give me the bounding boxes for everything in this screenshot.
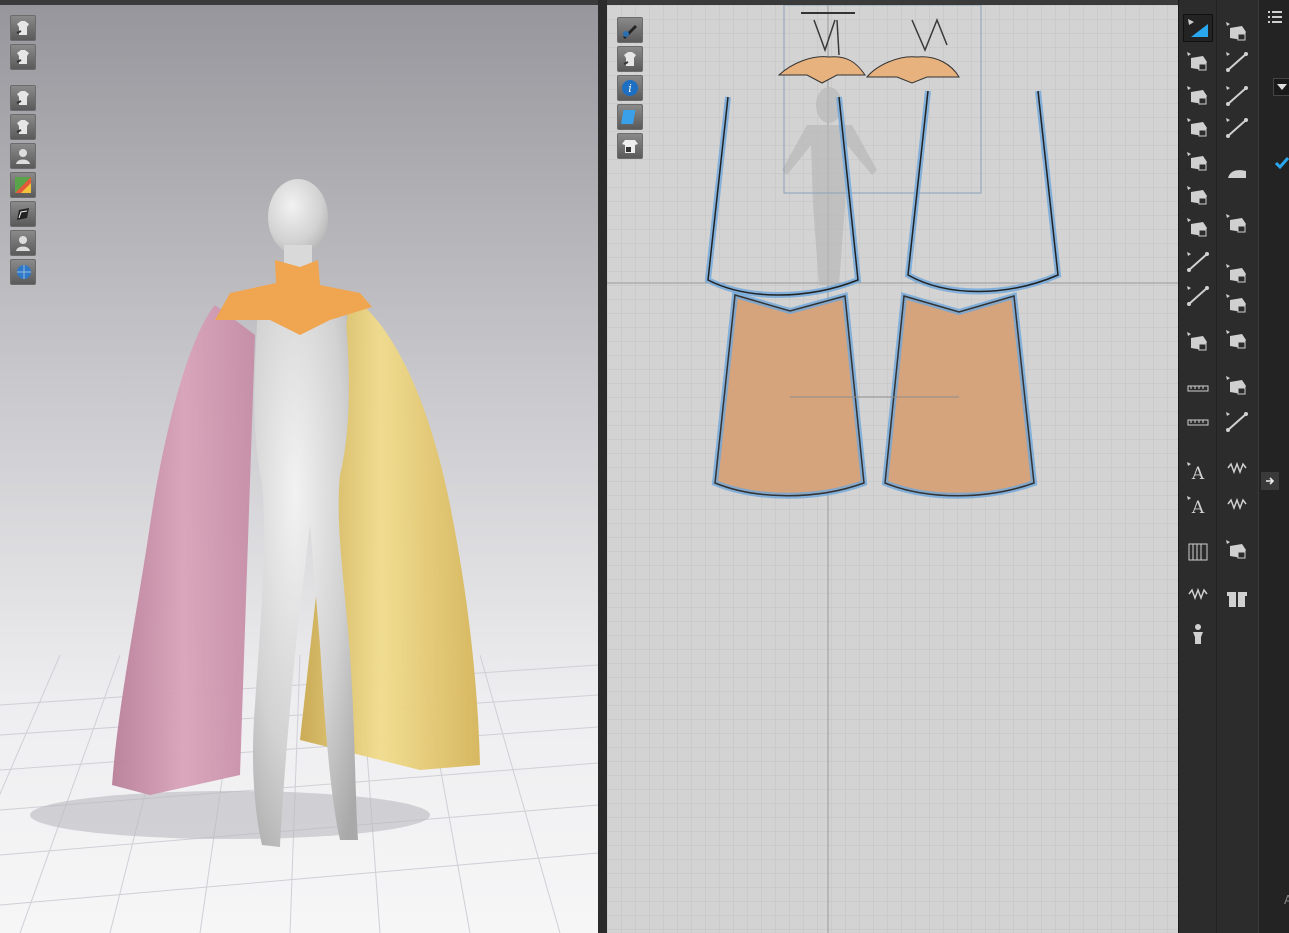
dart-icon[interactable] — [1183, 182, 1213, 210]
list-icon[interactable] — [1265, 8, 1285, 26]
add-pattern-icon[interactable] — [1222, 536, 1252, 564]
avatar-pose-icon[interactable] — [1183, 620, 1213, 648]
button-icon[interactable] — [1222, 290, 1252, 318]
text-annotation-icon[interactable]: A — [1183, 458, 1213, 486]
topstitch-icon[interactable] — [1222, 372, 1252, 400]
color-map-icon[interactable] — [10, 172, 36, 198]
fabric-icon[interactable] — [1222, 260, 1252, 288]
svg-text:A: A — [1191, 498, 1205, 518]
garment-fit-icon[interactable] — [1222, 210, 1252, 238]
scene-3d — [0, 5, 598, 933]
show-garment-icon[interactable] — [10, 44, 36, 70]
tool-column-secondary — [1216, 0, 1258, 933]
show-avatar-icon[interactable] — [10, 15, 36, 41]
viewport-2d-toolbar: i — [617, 17, 643, 159]
edit-point-icon[interactable] — [1183, 48, 1213, 76]
grid-pattern-icon[interactable] — [1183, 538, 1213, 566]
info-icon[interactable]: i — [617, 75, 643, 101]
shield-icon[interactable] — [1183, 214, 1213, 242]
steam-iron-icon[interactable] — [1222, 160, 1252, 188]
pattern-canvas — [607, 5, 1178, 933]
property-panel-collapsed: A — [1258, 0, 1289, 933]
chevron-down-icon[interactable] — [1273, 78, 1289, 96]
measure-icon[interactable] — [1183, 374, 1213, 402]
viewport-3d[interactable] — [0, 5, 598, 933]
viewport-divider[interactable] — [598, 0, 607, 933]
avatar-view-icon[interactable] — [10, 143, 36, 169]
edit-sewing-icon[interactable] — [1222, 48, 1252, 76]
pattern-visibility-icon[interactable] — [617, 46, 643, 72]
wireframe-icon[interactable] — [10, 201, 36, 227]
pen-visibility-icon[interactable] — [617, 17, 643, 43]
viewport-2d[interactable]: i — [607, 5, 1178, 933]
layer-icon[interactable] — [617, 104, 643, 130]
avatar-silhouette-icon[interactable] — [10, 230, 36, 256]
trace-icon[interactable] — [1183, 282, 1213, 310]
polygon-icon[interactable] — [1183, 114, 1213, 142]
edit-curvature-icon[interactable] — [1183, 82, 1213, 110]
check-icon[interactable] — [1273, 154, 1289, 172]
transform-pattern-icon[interactable] — [1183, 14, 1213, 42]
viewport-3d-toolbar — [10, 15, 36, 285]
gift-icon[interactable] — [1222, 584, 1252, 612]
tape-icon[interactable] — [1183, 580, 1213, 608]
garment-view-icon[interactable] — [10, 85, 36, 111]
panel-footer-letter: A — [1284, 893, 1289, 907]
internal-polygon-icon[interactable] — [1183, 148, 1213, 176]
arrange-icon[interactable] — [1222, 18, 1252, 46]
environment-icon[interactable] — [10, 259, 36, 285]
elastic-icon[interactable] — [1222, 490, 1252, 518]
ruler-icon[interactable] — [1183, 408, 1213, 436]
texture-view-icon[interactable] — [10, 114, 36, 140]
buttonhole-icon[interactable] — [1222, 326, 1252, 354]
text-label-icon[interactable]: A — [1183, 492, 1213, 520]
edit-segment-icon[interactable] — [1183, 248, 1213, 276]
fold-icon[interactable] — [1183, 328, 1213, 356]
svg-text:i: i — [628, 82, 632, 95]
seam-line-icon[interactable] — [1222, 408, 1252, 436]
segment-sewing-icon[interactable] — [1222, 82, 1252, 110]
zipper-icon[interactable] — [1222, 454, 1252, 482]
tool-column-primary: AA — [1178, 0, 1216, 933]
clo3d-workspace: i AA A — [0, 0, 1289, 933]
free-sewing-icon[interactable] — [1222, 114, 1252, 142]
arrow-right-icon[interactable] — [1261, 472, 1279, 490]
lock-pattern-icon[interactable] — [617, 133, 643, 159]
svg-text:A: A — [1191, 464, 1205, 484]
